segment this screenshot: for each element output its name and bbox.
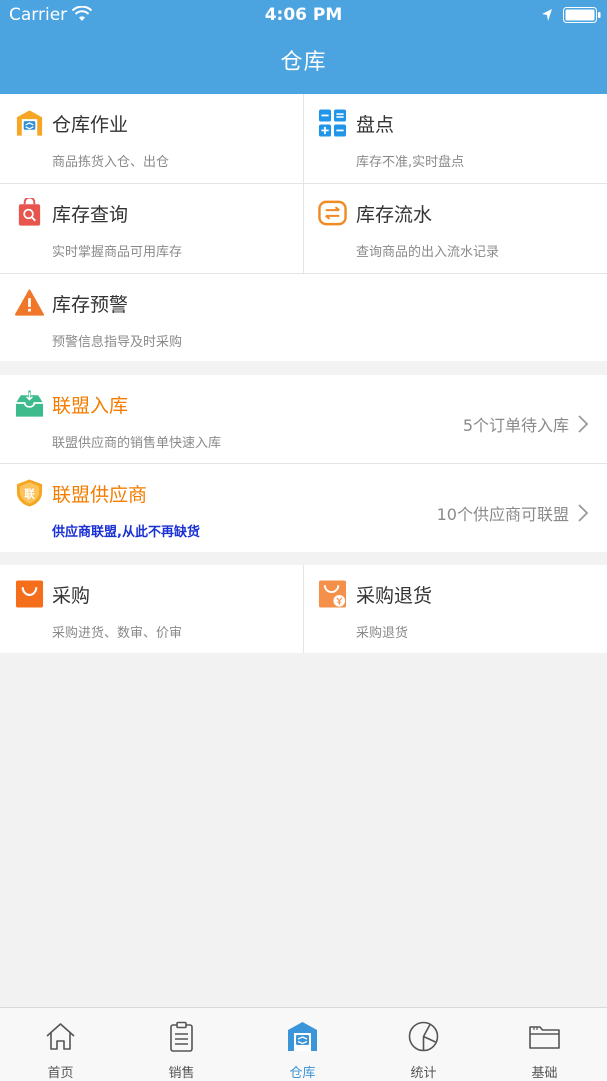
tab-home[interactable]: 首页 — [0, 1008, 121, 1081]
menu-item-inventory-warning[interactable]: 库存预警 预警信息指导及时采购 — [0, 274, 607, 361]
home-icon — [46, 1023, 75, 1050]
menu-item-title: 联盟入库 — [52, 395, 129, 417]
menu-item-inventory-query[interactable]: 库存查询 实时掌握商品可用库存 — [0, 184, 303, 273]
tab-statistics[interactable]: 统计 — [363, 1008, 484, 1081]
inbox-download-icon — [15, 390, 44, 417]
battery-icon — [563, 7, 601, 23]
menu-item-purchase-return[interactable]: 采购退货 采购退货 — [304, 565, 607, 653]
menu-item-inventory-flow[interactable]: 库存流水 查询商品的出入流水记录 — [304, 184, 607, 273]
available-suppliers-link[interactable]: 10个供应商可联盟 — [437, 501, 589, 525]
menu-item-subtitle: 联盟供应商的销售单快速入库 — [52, 436, 222, 451]
alliance-section: 联盟入库 联盟供应商的销售单快速入库 5个订单待入库 联 联盟供应商 供应商联盟… — [0, 375, 607, 552]
chevron-right-icon — [578, 415, 589, 433]
warning-icon — [15, 289, 44, 316]
menu-item-purchase[interactable]: 采购 采购进货、数审、价审 — [0, 565, 303, 653]
warehouse-operations-section: 仓库作业 商品拣货入仓、出仓 盘点 库存不准,实时盘点 库存查询 实时掌握商品可… — [0, 94, 607, 361]
warehouse-icon — [288, 1022, 317, 1051]
menu-item-alliance-inbound[interactable]: 联盟入库 联盟供应商的销售单快速入库 5个订单待入库 — [0, 375, 607, 463]
tab-warehouse[interactable]: 仓库 — [242, 1008, 363, 1081]
menu-item-subtitle: 预警信息指导及时采购 — [52, 335, 183, 350]
clipboard-icon — [170, 1021, 193, 1052]
status-bar: Carrier 4:06 PM — [0, 0, 607, 30]
transfer-icon — [318, 200, 347, 226]
location-arrow-icon — [542, 9, 552, 21]
calculator-icon — [318, 109, 347, 137]
page-title: 仓库 — [280, 50, 327, 75]
tab-basics[interactable]: 基础 — [484, 1008, 605, 1081]
divider — [303, 565, 304, 653]
pie-chart-icon — [408, 1021, 439, 1052]
menu-item-title: 库存流水 — [356, 204, 433, 226]
menu-item-stocktake[interactable]: 盘点 库存不准,实时盘点 — [304, 94, 607, 183]
warehouse-icon — [16, 110, 43, 136]
tab-label: 首页 — [47, 1066, 74, 1081]
menu-item-subtitle: 商品拣货入仓、出仓 — [52, 155, 170, 170]
inventory-search-icon — [18, 198, 41, 226]
divider — [303, 94, 304, 273]
tab-label: 统计 — [410, 1066, 437, 1081]
menu-item-title: 仓库作业 — [52, 114, 129, 136]
shopping-bag-return-icon — [318, 580, 347, 608]
menu-item-subtitle: 采购退货 — [356, 626, 409, 641]
tab-bar: 首页 销售 仓库 统计 基础 — [0, 1007, 607, 1081]
menu-item-alliance-supplier[interactable]: 联 联盟供应商 供应商联盟,从此不再缺货 10个供应商可联盟 — [0, 464, 607, 552]
chevron-right-icon — [578, 504, 589, 522]
tab-sales[interactable]: 销售 — [121, 1008, 242, 1081]
available-suppliers-label: 10个供应商可联盟 — [436, 505, 569, 524]
alliance-badge-text: 联 — [24, 487, 35, 500]
nav-header: Carrier 4:06 PM 仓库 — [0, 0, 607, 94]
tab-label: 仓库 — [289, 1066, 316, 1081]
menu-item-subtitle: 查询商品的出入流水记录 — [356, 245, 500, 260]
shopping-bag-icon — [15, 580, 44, 608]
status-time: 4:06 PM — [264, 5, 343, 25]
menu-item-title: 采购退货 — [356, 585, 433, 607]
menu-item-title: 库存预警 — [52, 294, 129, 316]
menu-item-title: 联盟供应商 — [52, 484, 148, 506]
menu-item-title: 库存查询 — [52, 204, 129, 226]
pending-orders-link[interactable]: 5个订单待入库 — [463, 412, 589, 436]
menu-item-title: 盘点 — [356, 114, 395, 136]
menu-item-title: 采购 — [52, 585, 91, 607]
alliance-badge-icon: 联 — [16, 479, 43, 507]
tab-label: 基础 — [531, 1066, 558, 1081]
divider — [0, 273, 607, 274]
pending-orders-label: 5个订单待入库 — [462, 416, 569, 435]
menu-item-subtitle: 实时掌握商品可用库存 — [52, 245, 183, 260]
purchase-section: 采购 采购进货、数审、价审 采购退货 采购退货 — [0, 565, 607, 653]
menu-item-subtitle: 供应商联盟,从此不再缺货 — [52, 525, 200, 540]
menu-item-warehouse-operation[interactable]: 仓库作业 商品拣货入仓、出仓 — [0, 94, 303, 183]
tab-label: 销售 — [168, 1066, 195, 1081]
folder-icon — [529, 1026, 560, 1049]
menu-item-subtitle: 库存不准,实时盘点 — [356, 155, 465, 170]
menu-item-subtitle: 采购进货、数审、价审 — [52, 626, 183, 641]
